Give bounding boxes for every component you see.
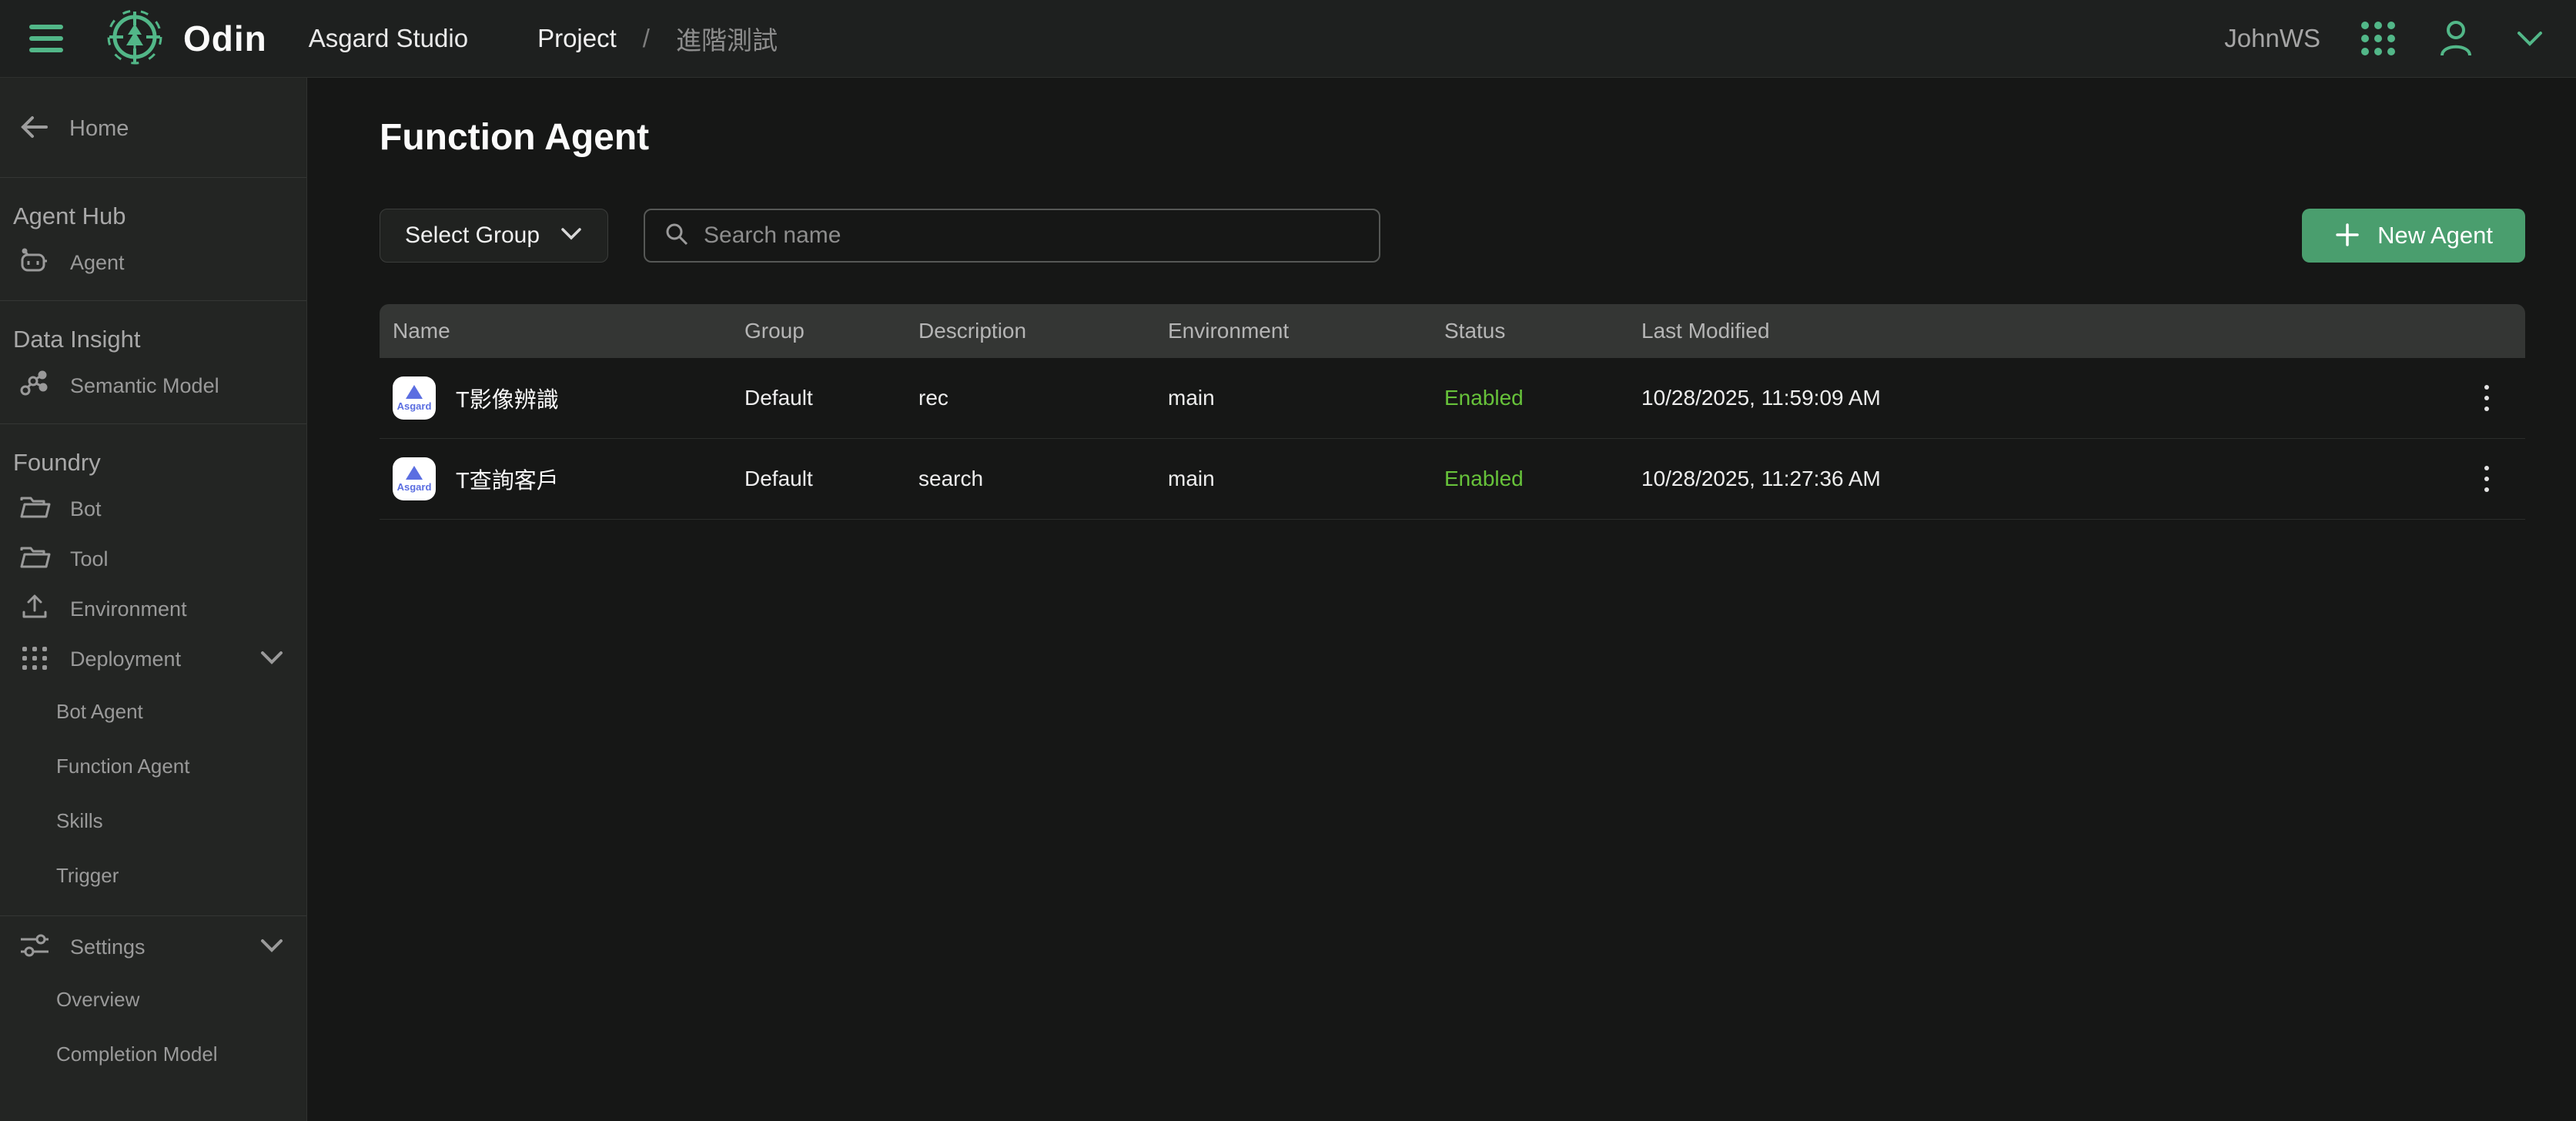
agent-environment: main bbox=[1168, 386, 1444, 410]
breadcrumb-current: 進階測試 bbox=[676, 20, 778, 57]
sidebar-item-label: Agent bbox=[70, 251, 285, 275]
sidebar-item-settings[interactable]: Settings bbox=[0, 922, 306, 972]
sliders-icon bbox=[18, 929, 52, 966]
section-title: Data Insight bbox=[0, 321, 306, 358]
sidebar-item-environment[interactable]: Environment bbox=[0, 584, 306, 634]
brand-name: Odin bbox=[183, 18, 267, 59]
column-header-group: Group bbox=[744, 319, 918, 343]
search-input[interactable] bbox=[704, 223, 1360, 249]
sidebar-subitem-label: Completion Model bbox=[56, 1042, 218, 1066]
column-header-status: Status bbox=[1444, 319, 1641, 343]
sidebar-section-settings: Settings Overview Completion Model bbox=[0, 915, 306, 1094]
table-row[interactable]: Asgard T查詢客戶 Default search main Enabled… bbox=[380, 439, 2525, 520]
asgard-agent-icon: Asgard bbox=[393, 457, 436, 500]
sidebar-home-label: Home bbox=[69, 116, 129, 142]
robot-icon bbox=[18, 244, 52, 282]
agent-name: T影像辨識 bbox=[456, 382, 559, 414]
new-agent-button[interactable]: New Agent bbox=[2302, 209, 2525, 263]
status-badge: Enabled bbox=[1444, 386, 1641, 410]
controls-row: Select Group bbox=[380, 209, 2525, 263]
sidebar-item-label: Tool bbox=[70, 547, 285, 571]
table-row[interactable]: Asgard T影像辨識 Default rec main Enabled 10… bbox=[380, 358, 2525, 439]
agent-description: search bbox=[918, 467, 1168, 491]
breadcrumb-project[interactable]: Project bbox=[537, 24, 617, 53]
topbar: Odin Asgard Studio Project / 進階測試 JohnWS bbox=[0, 0, 2576, 78]
section-title: Foundry bbox=[0, 444, 306, 481]
main-content: Function Agent Select Group bbox=[307, 78, 2576, 1121]
chevron-down-icon bbox=[259, 649, 285, 670]
odin-logo-icon bbox=[103, 5, 166, 72]
search-icon bbox=[664, 221, 690, 251]
folder-icon bbox=[18, 490, 52, 528]
page-title: Function Agent bbox=[380, 116, 2525, 159]
folder-icon bbox=[18, 540, 52, 578]
user-profile-icon[interactable] bbox=[2436, 18, 2476, 59]
chevron-down-icon bbox=[259, 937, 285, 958]
chevron-down-icon bbox=[560, 226, 583, 246]
sidebar-back-home[interactable]: Home bbox=[0, 78, 306, 177]
studio-name: Asgard Studio bbox=[309, 24, 468, 53]
agent-group: Default bbox=[744, 467, 918, 491]
agents-table: Name Group Description Environment Statu… bbox=[380, 304, 2525, 520]
status-badge: Enabled bbox=[1444, 467, 1641, 491]
back-arrow-icon bbox=[18, 115, 49, 143]
username: JohnWS bbox=[2224, 24, 2320, 53]
network-icon bbox=[18, 367, 52, 405]
column-header-name: Name bbox=[393, 319, 744, 343]
table-header-row: Name Group Description Environment Statu… bbox=[380, 304, 2525, 358]
grid-dots-icon bbox=[18, 641, 52, 678]
new-agent-label: New Agent bbox=[2377, 222, 2493, 249]
select-group-label: Select Group bbox=[405, 223, 540, 249]
sidebar-item-semantic-model[interactable]: Semantic Model bbox=[0, 361, 306, 411]
sidebar-item-label: Semantic Model bbox=[70, 374, 285, 398]
agent-environment: main bbox=[1168, 467, 1444, 491]
sidebar-item-deployment[interactable]: Deployment bbox=[0, 634, 306, 684]
sidebar-section-foundry: Foundry Bot Tool bbox=[0, 423, 306, 915]
column-header-last-modified: Last Modified bbox=[1641, 319, 2433, 343]
agent-name: T查詢客戶 bbox=[456, 463, 559, 495]
agent-last-modified: 10/28/2025, 11:27:36 AM bbox=[1641, 467, 2433, 491]
upload-icon bbox=[18, 591, 52, 628]
sidebar-subitem-label: Skills bbox=[56, 809, 103, 833]
sidebar-section-data-insight: Data Insight Semantic Model bbox=[0, 300, 306, 423]
search-box bbox=[644, 209, 1380, 263]
sidebar-subitem-label: Function Agent bbox=[56, 755, 189, 778]
sidebar-item-label: Environment bbox=[70, 597, 285, 621]
agent-group: Default bbox=[744, 386, 918, 410]
breadcrumb-separator: / bbox=[643, 24, 650, 53]
brand-logo-link[interactable]: Odin bbox=[103, 5, 267, 72]
sidebar-item-label: Settings bbox=[70, 935, 240, 959]
select-group-dropdown[interactable]: Select Group bbox=[380, 209, 608, 263]
sidebar-subitem-function-agent[interactable]: Function Agent bbox=[0, 739, 306, 794]
sidebar-subitem-label: Trigger bbox=[56, 864, 119, 888]
sidebar-subitem-label: Overview bbox=[56, 988, 139, 1012]
section-title: Agent Hub bbox=[0, 198, 306, 235]
sidebar-subitem-bot-agent[interactable]: Bot Agent bbox=[0, 684, 306, 739]
hamburger-menu-icon[interactable] bbox=[29, 25, 63, 52]
sidebar: Home Agent Hub Agent bbox=[0, 78, 307, 1121]
sidebar-section-agent-hub: Agent Hub Agent bbox=[0, 177, 306, 300]
sidebar-item-agent[interactable]: Agent bbox=[0, 238, 306, 288]
sidebar-subitem-overview[interactable]: Overview bbox=[0, 972, 306, 1027]
sidebar-item-label: Deployment bbox=[70, 648, 240, 671]
row-actions-kebab-icon[interactable] bbox=[2464, 456, 2510, 502]
sidebar-subitem-trigger[interactable]: Trigger bbox=[0, 848, 306, 903]
sidebar-item-bot[interactable]: Bot bbox=[0, 484, 306, 534]
user-menu-chevron-icon[interactable] bbox=[2514, 28, 2545, 49]
sidebar-item-tool[interactable]: Tool bbox=[0, 534, 306, 584]
sidebar-subitem-skills[interactable]: Skills bbox=[0, 794, 306, 848]
agent-description: rec bbox=[918, 386, 1168, 410]
apps-grid-icon[interactable] bbox=[2359, 19, 2397, 58]
row-actions-kebab-icon[interactable] bbox=[2464, 375, 2510, 421]
column-header-description: Description bbox=[918, 319, 1168, 343]
plus-icon bbox=[2334, 222, 2360, 250]
agent-last-modified: 10/28/2025, 11:59:09 AM bbox=[1641, 386, 2433, 410]
column-header-environment: Environment bbox=[1168, 319, 1444, 343]
asgard-agent-icon: Asgard bbox=[393, 376, 436, 420]
sidebar-item-label: Bot bbox=[70, 497, 285, 521]
sidebar-subitem-completion-model[interactable]: Completion Model bbox=[0, 1027, 306, 1082]
sidebar-subitem-label: Bot Agent bbox=[56, 700, 143, 724]
